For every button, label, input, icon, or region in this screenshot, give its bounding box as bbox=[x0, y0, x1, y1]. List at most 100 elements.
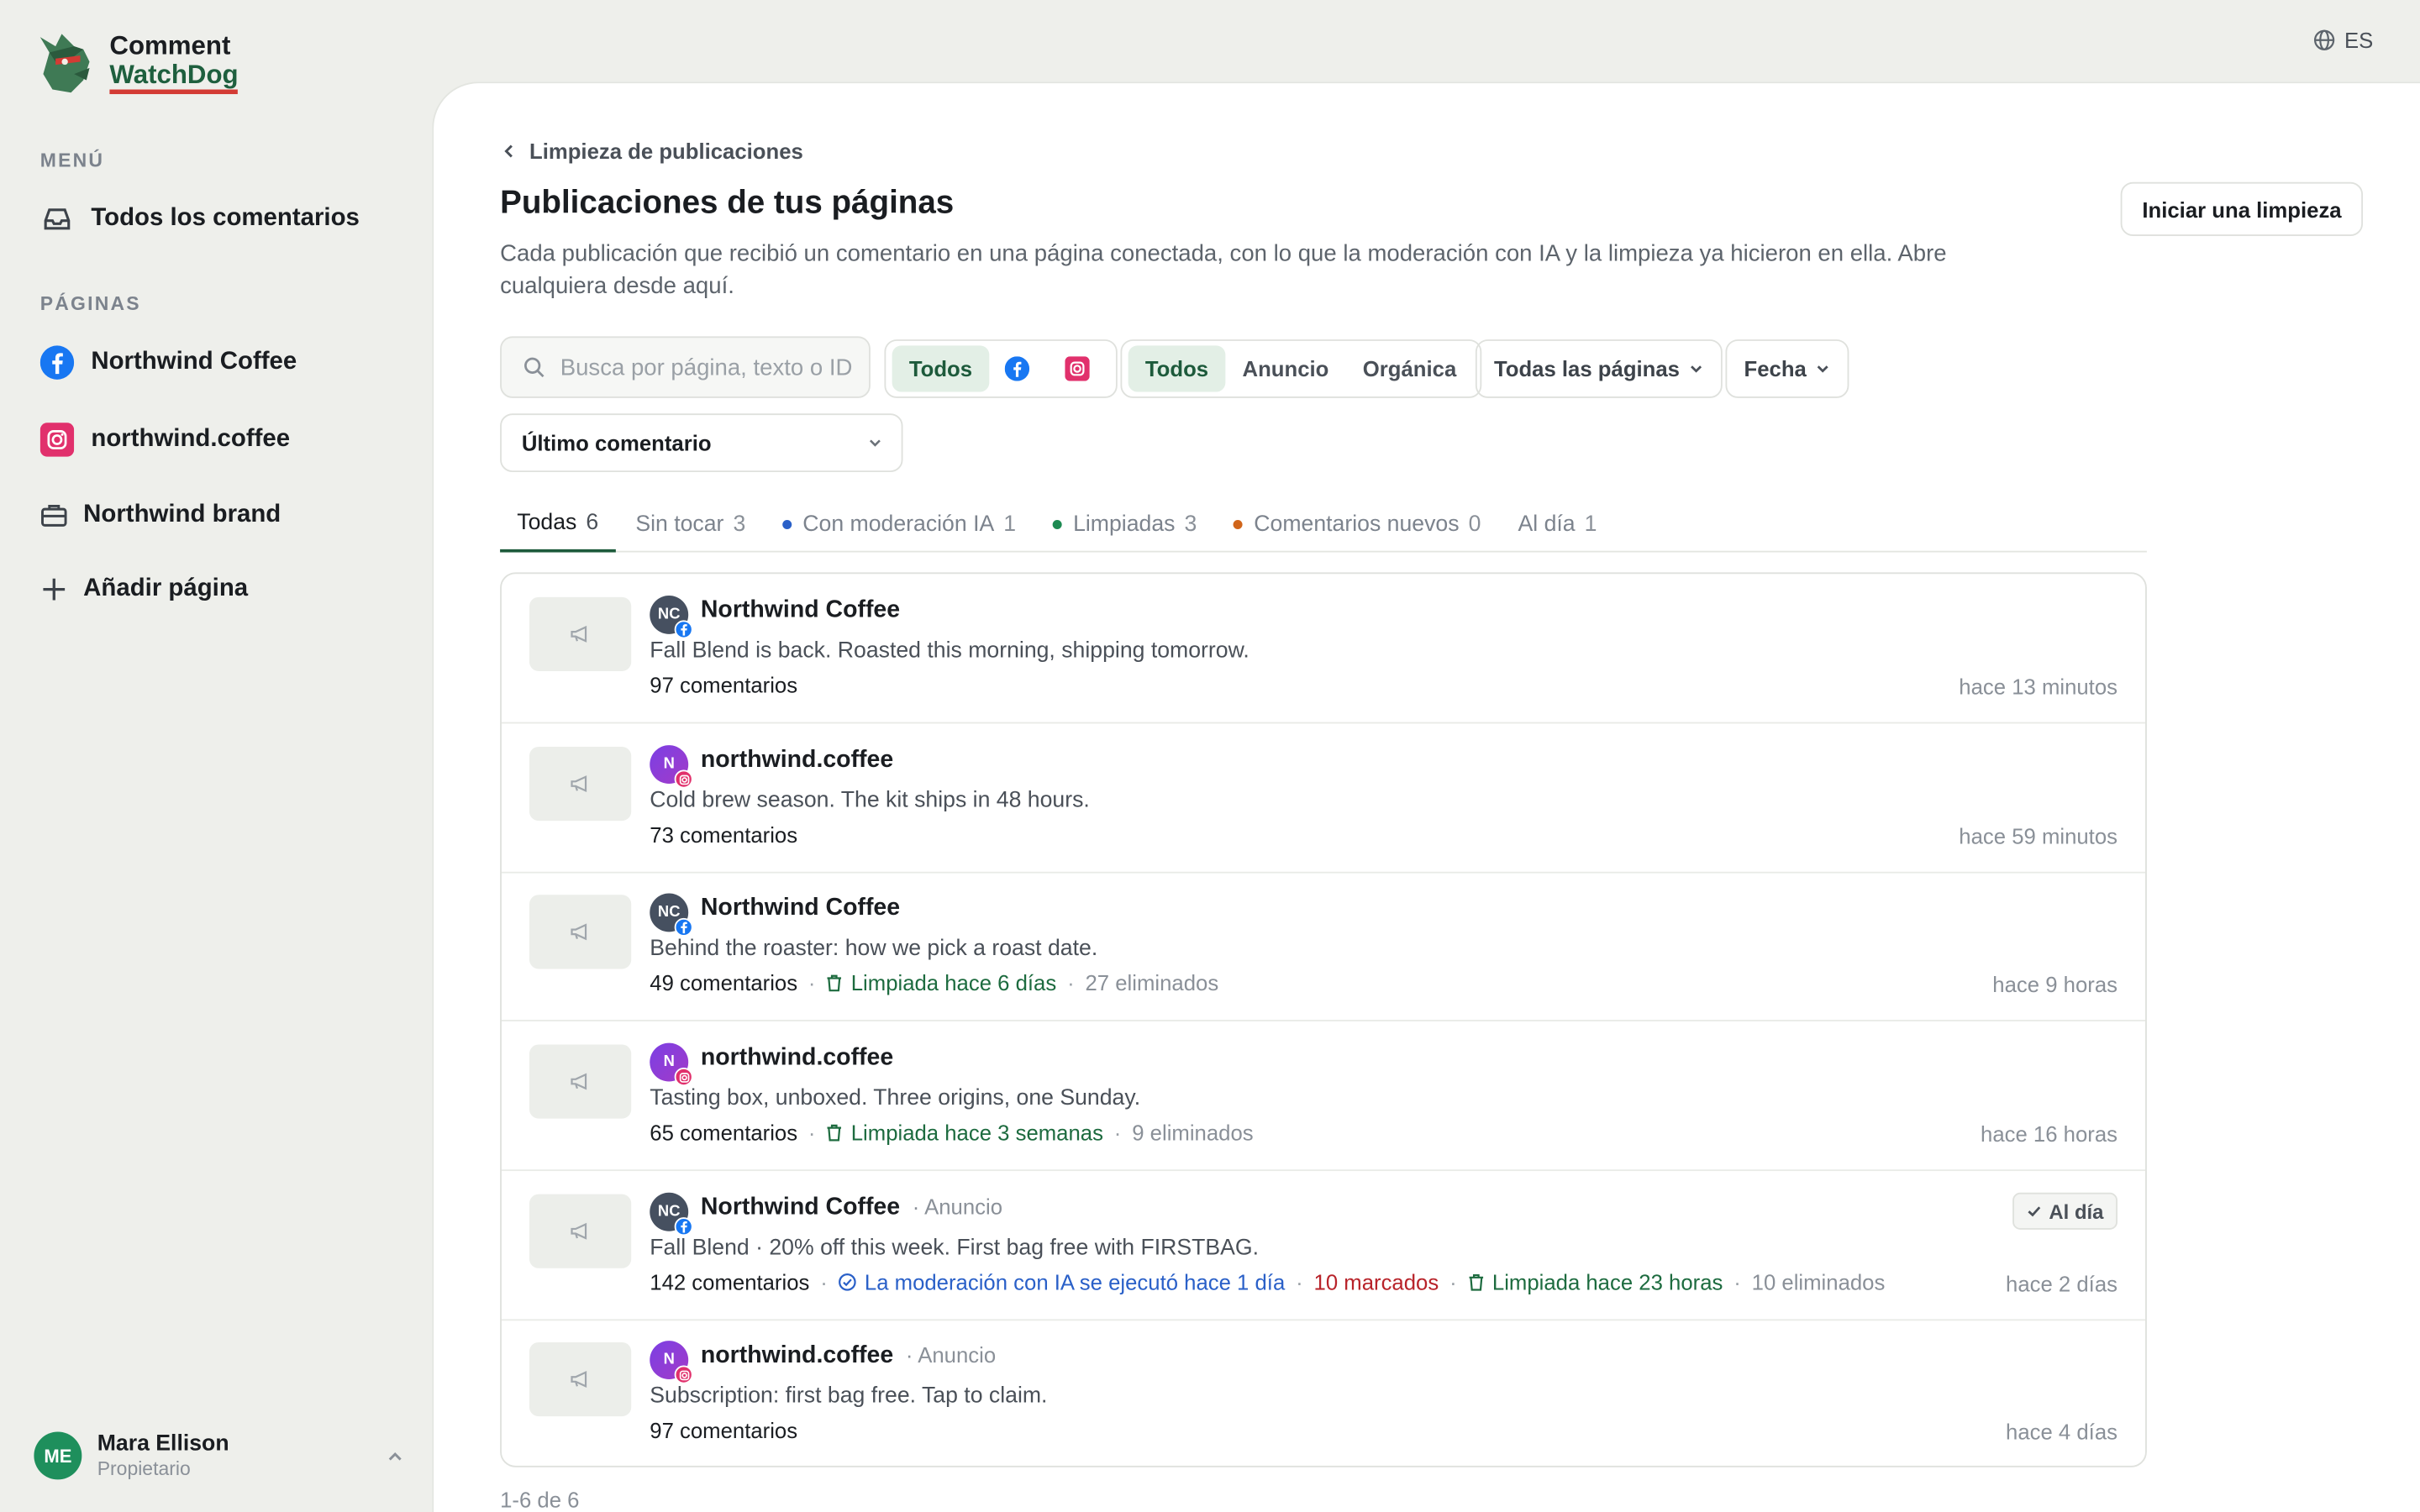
post-page-name[interactable]: northwind.coffee bbox=[701, 1044, 893, 1072]
status-dot bbox=[782, 519, 792, 529]
type-all-option[interactable]: Todos bbox=[1128, 345, 1226, 392]
flagged-count: 10 marcados bbox=[1313, 1269, 1439, 1295]
comment-count: 65 comentarios bbox=[650, 1120, 798, 1145]
megaphone-icon bbox=[571, 1222, 587, 1240]
nav-all-comments-label: Todos los comentarios bbox=[91, 205, 360, 232]
search-field[interactable] bbox=[500, 336, 871, 398]
meta-separator: · bbox=[820, 1269, 828, 1295]
cleaned-status: Limpiada hace 3 semanas bbox=[826, 1120, 1103, 1145]
post-time: hace 16 horas bbox=[1981, 1121, 2118, 1147]
cleaned-label: Limpiada hace 6 días bbox=[850, 970, 1057, 995]
sidebar-item-northwind-brand[interactable]: Northwind brand bbox=[40, 496, 281, 536]
page-avatar-initials: NC bbox=[657, 1203, 681, 1221]
tab-label: Sin tocar bbox=[635, 512, 724, 538]
sidebar-item-northwind-coffee[interactable]: Northwind Coffee bbox=[39, 343, 297, 383]
page-avatar: NC bbox=[650, 1192, 693, 1236]
platform-instagram-option[interactable] bbox=[1044, 345, 1109, 391]
megaphone-icon bbox=[571, 775, 587, 793]
post-row[interactable]: N northwind.coffee Tasting box, unboxed.… bbox=[501, 1021, 2146, 1172]
type-ad-option[interactable]: Anuncio bbox=[1225, 345, 1345, 391]
language-code: ES bbox=[2344, 28, 2374, 53]
post-thumbnail bbox=[529, 596, 632, 671]
type-organic-option[interactable]: Orgánica bbox=[1346, 345, 1474, 391]
status-dot bbox=[1053, 519, 1063, 529]
search-input[interactable] bbox=[560, 354, 854, 381]
comment-count: 97 comentarios bbox=[650, 672, 798, 698]
tab-all[interactable]: Todas 6 bbox=[500, 496, 616, 553]
start-cleanup-button[interactable]: Iniciar una limpieza bbox=[2120, 181, 2364, 237]
platform-facebook-option[interactable] bbox=[989, 345, 1044, 391]
language-switcher[interactable]: ES bbox=[2313, 28, 2373, 52]
tab-untouched[interactable]: Sin tocar 3 bbox=[618, 496, 762, 552]
page-avatar: NC bbox=[650, 595, 693, 639]
cleaned-label: Limpiada hace 3 semanas bbox=[850, 1120, 1103, 1145]
post-thumbnail bbox=[529, 746, 632, 822]
trash-icon bbox=[828, 974, 842, 992]
post-page-name[interactable]: Northwind Coffee bbox=[701, 597, 900, 625]
tab-cleaned[interactable]: Limpiadas 3 bbox=[1036, 496, 1214, 552]
add-page-button[interactable]: Añadir página bbox=[40, 570, 248, 610]
tab-ai-moderated[interactable]: Con moderación IA 1 bbox=[765, 496, 1033, 552]
platform-all-option[interactable]: Todos bbox=[892, 345, 990, 392]
megaphone-icon bbox=[571, 1073, 587, 1090]
post-row[interactable]: N northwind.coffee Cold brew season. The… bbox=[501, 723, 2146, 874]
app-name-line1: Comment bbox=[109, 29, 231, 60]
inbox-icon bbox=[40, 202, 74, 236]
instagram-badge-icon bbox=[674, 769, 693, 789]
post-thumbnail bbox=[529, 1194, 632, 1268]
post-thumbnail bbox=[529, 895, 632, 969]
trash-icon bbox=[1469, 1273, 1483, 1291]
status-tabs: Todas 6 Sin tocar 3 Con moderación IA 1 Lim… bbox=[500, 496, 2147, 553]
megaphone-icon bbox=[571, 625, 587, 643]
removed-count: 9 eliminados bbox=[1132, 1120, 1254, 1145]
page-avatar-initials: NC bbox=[657, 904, 681, 921]
post-text: Subscription: first bag free. Tap to cla… bbox=[650, 1383, 1048, 1409]
tab-new-comments[interactable]: Comentarios nuevos 0 bbox=[1217, 496, 1497, 552]
post-row[interactable]: NC Northwind Coffee Behind the roaster: … bbox=[501, 872, 2146, 1021]
post-time: hace 4 días bbox=[2006, 1419, 2118, 1445]
platform-filter: Todos bbox=[884, 339, 1118, 398]
post-page-name[interactable]: northwind.coffee bbox=[701, 747, 893, 774]
app-logo[interactable]: Comment WatchDog bbox=[28, 28, 239, 96]
chevron-down-icon bbox=[1818, 365, 1829, 373]
page-avatar-initials: N bbox=[663, 1053, 675, 1071]
page-avatar-initials: N bbox=[663, 1351, 675, 1369]
post-time: hace 2 días bbox=[2006, 1271, 2118, 1296]
instagram-icon bbox=[39, 423, 75, 457]
post-row[interactable]: NC Northwind Coffee · Anuncio Al día Fall… bbox=[501, 1171, 2146, 1321]
trash-icon bbox=[828, 1124, 842, 1142]
facebook-badge-icon bbox=[674, 917, 693, 937]
tab-label: Comentarios nuevos bbox=[1254, 512, 1460, 538]
pages-section-label: PÁGINAS bbox=[39, 292, 141, 315]
post-page-name[interactable]: Northwind Coffee bbox=[701, 895, 900, 922]
meta-separator: · bbox=[1113, 1120, 1122, 1145]
post-row[interactable]: NC Northwind Coffee Fall Blend is back. … bbox=[501, 574, 2146, 724]
post-page-name[interactable]: northwind.coffee bbox=[701, 1342, 893, 1370]
pages-dropdown-label: Todas las páginas bbox=[1493, 356, 1680, 381]
menu-section-label: MENÚ bbox=[39, 150, 105, 171]
chevron-down-icon bbox=[1691, 365, 1702, 373]
tab-count: 1 bbox=[1584, 512, 1597, 538]
tab-up-to-date[interactable]: Al día 1 bbox=[1501, 496, 1613, 552]
sidebar-item-northwind-coffee-instagram[interactable]: northwind.coffee bbox=[39, 420, 290, 460]
sort-dropdown[interactable]: Último comentario bbox=[500, 413, 903, 473]
post-text: Fall Blend is back. Roasted this morning… bbox=[650, 638, 1249, 664]
ai-moderation-label: La moderación con IA se ejecutó hace 1 d… bbox=[864, 1269, 1286, 1295]
date-dropdown[interactable]: Fecha bbox=[1725, 339, 1850, 398]
breadcrumb[interactable]: Limpieza de publicaciones bbox=[502, 139, 803, 164]
page-avatar-initials: NC bbox=[657, 606, 681, 624]
user-menu[interactable]: ME Mara Ellison Propietario bbox=[34, 1431, 404, 1480]
sidebar-item-label: Northwind brand bbox=[83, 501, 281, 528]
pages-dropdown[interactable]: Todas las páginas bbox=[1475, 339, 1723, 398]
post-page-name[interactable]: Northwind Coffee bbox=[701, 1194, 900, 1222]
removed-count: 27 eliminados bbox=[1085, 970, 1219, 995]
post-row[interactable]: N northwind.coffee · Anuncio Subscription… bbox=[502, 1319, 2145, 1465]
tab-count: 0 bbox=[1468, 512, 1481, 538]
post-list: NC Northwind Coffee Fall Blend is back. … bbox=[500, 572, 2147, 1467]
nav-all-comments[interactable]: Todos los comentarios bbox=[40, 199, 360, 239]
post-time: hace 59 minutos bbox=[1959, 823, 2118, 849]
instagram-badge-icon bbox=[674, 1068, 693, 1087]
sidebar: Comment WatchDog MENÚ Todos los comentar… bbox=[0, 0, 430, 1512]
check-circle-icon bbox=[839, 1273, 856, 1291]
ai-moderation-status: La moderación con IA se ejecutó hace 1 d… bbox=[839, 1269, 1286, 1295]
